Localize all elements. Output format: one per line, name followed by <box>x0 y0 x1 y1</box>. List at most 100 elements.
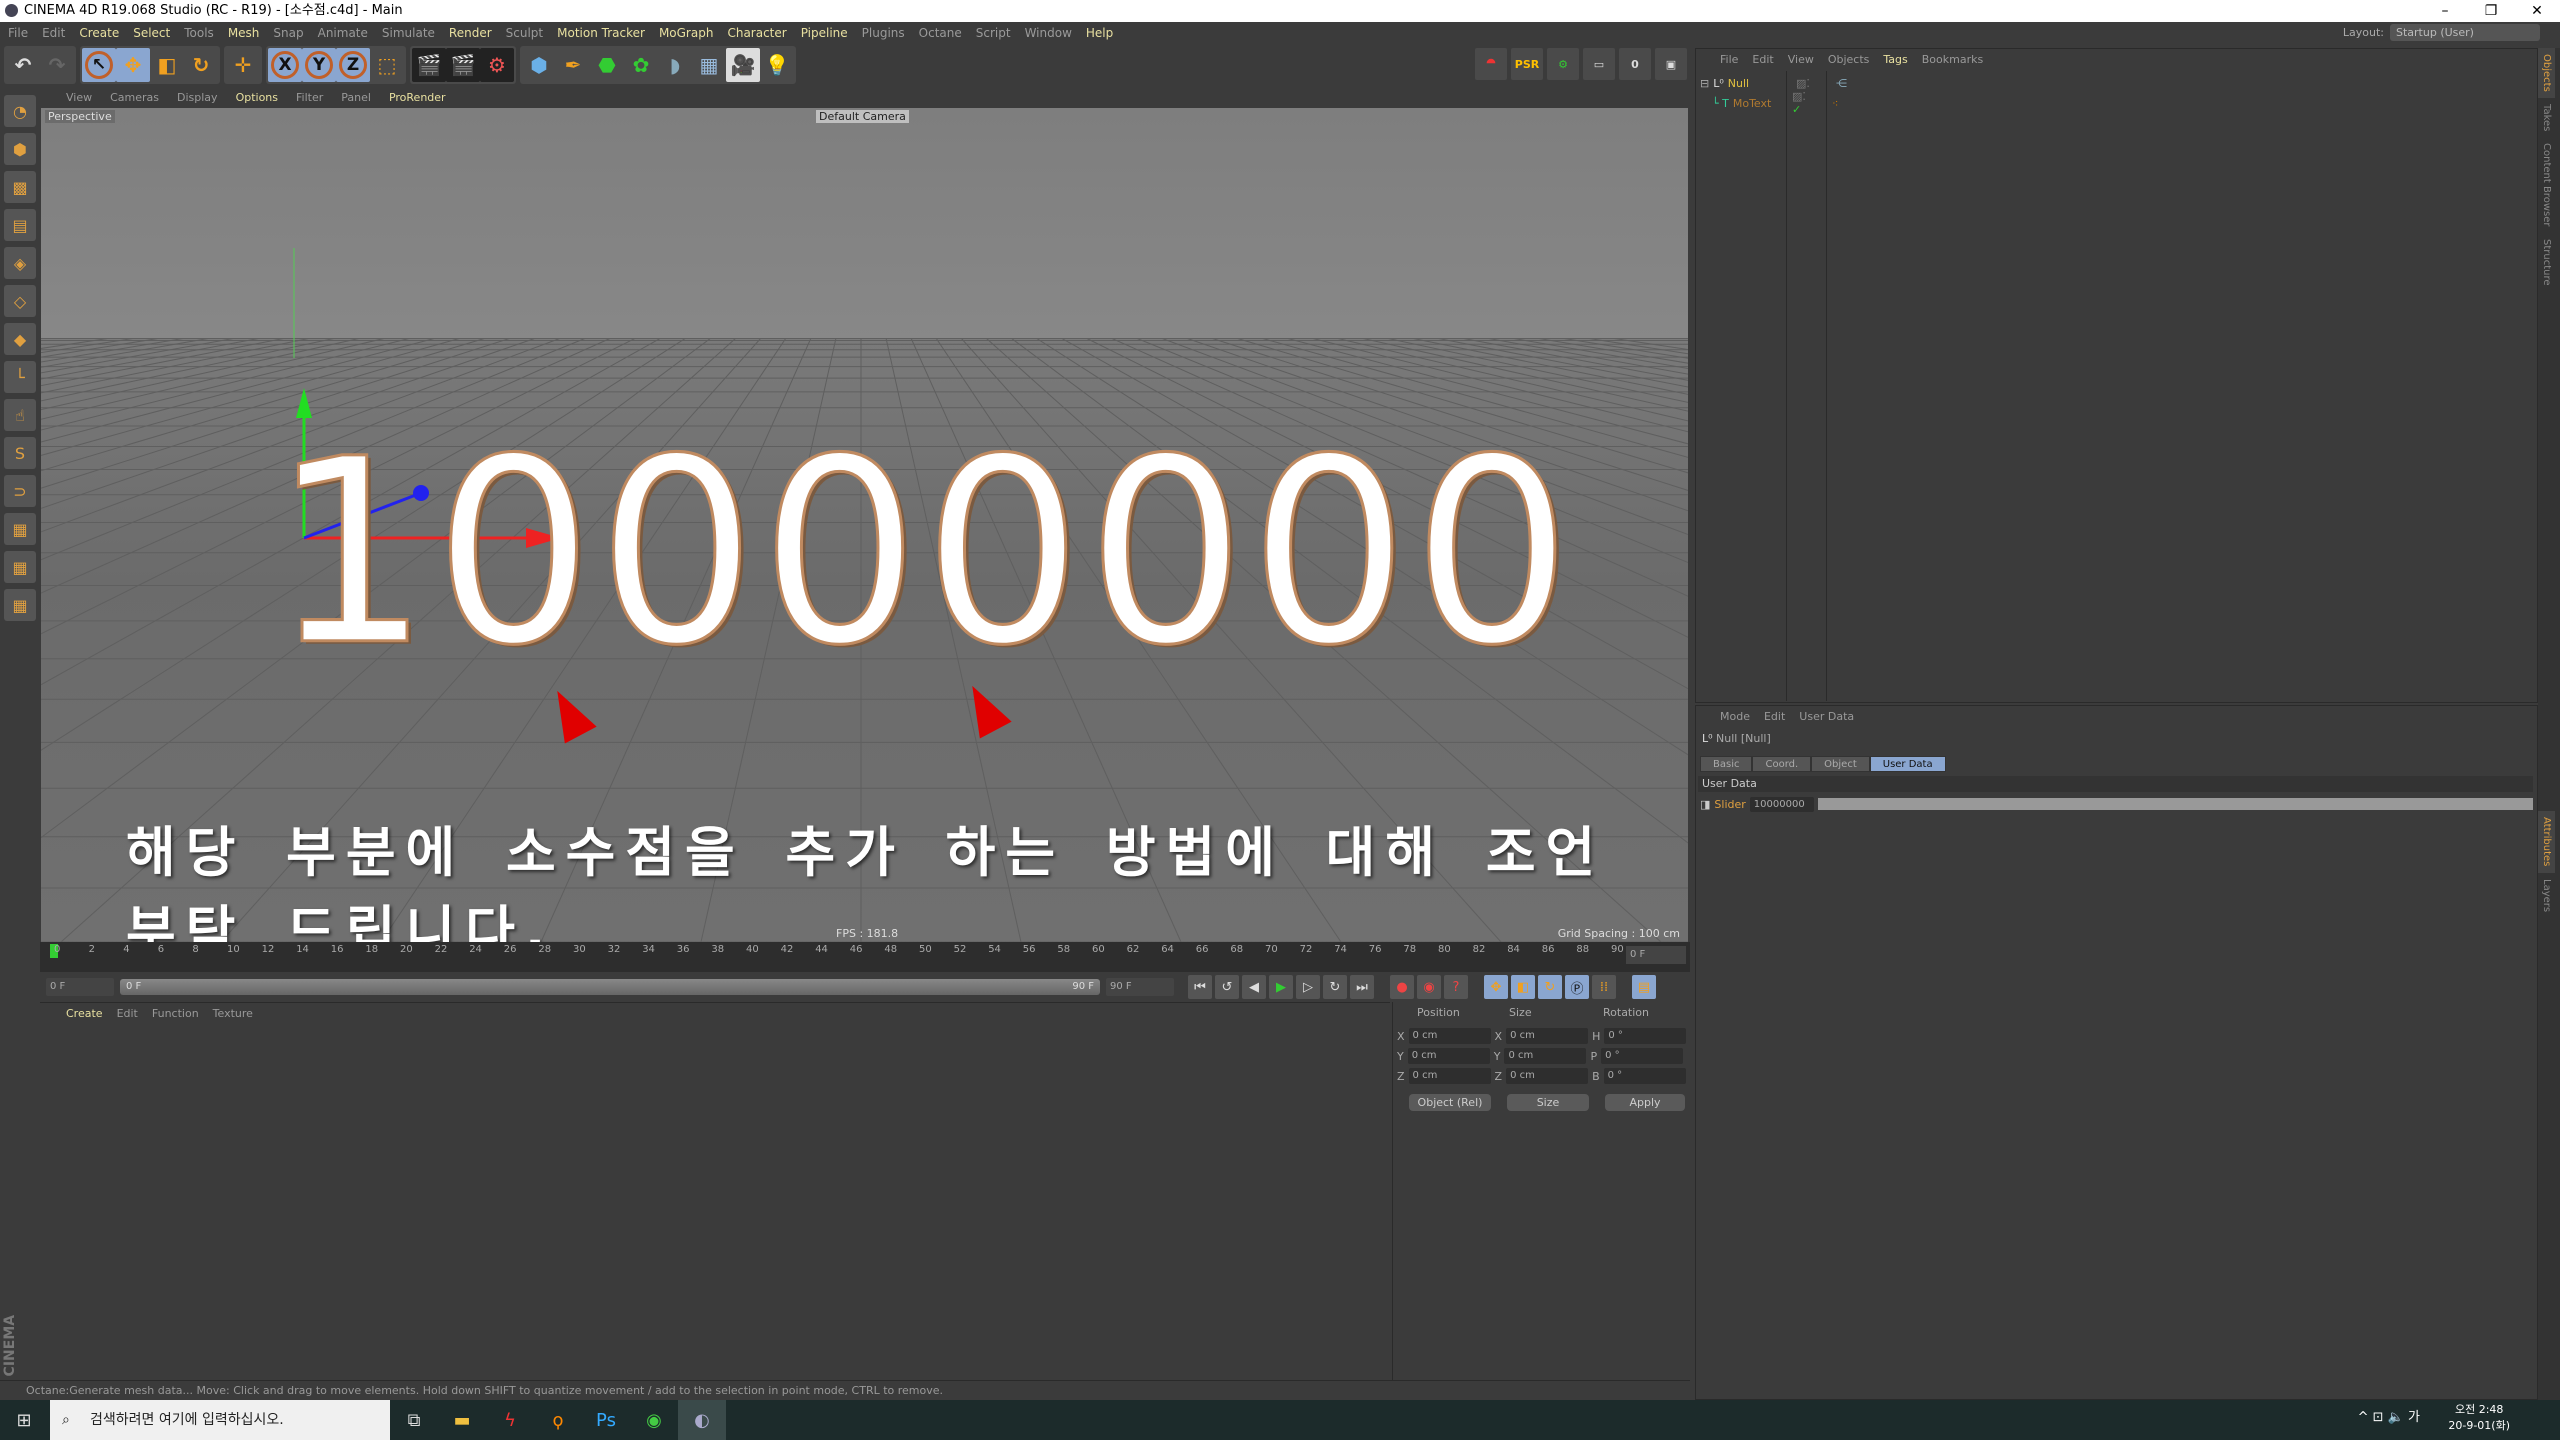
material-menu-texture[interactable]: Texture <box>213 1007 253 1020</box>
camera-icon[interactable]: 🎥 <box>726 47 760 82</box>
start-frame-field[interactable]: 0 F <box>46 978 114 996</box>
make-editable-icon[interactable]: ◔ <box>4 95 36 127</box>
viewport[interactable]: Perspective Default Camera 10000000 해당 부… <box>41 108 1688 942</box>
deformer-icon[interactable]: ◗ <box>658 48 692 82</box>
restore-button[interactable]: ❐ <box>2468 0 2514 22</box>
y-axis-button[interactable]: Y <box>302 47 336 82</box>
flash-icon[interactable]: ϟ <box>486 1400 534 1440</box>
tag-icon[interactable]: ⋲ <box>1836 77 1847 90</box>
object-menu-file[interactable]: File <box>1720 53 1738 66</box>
viewport-menu-display[interactable]: Display <box>177 91 218 104</box>
keyframe-selection-icon[interactable]: ? <box>1444 975 1468 999</box>
material-menu-create[interactable]: Create <box>66 1007 103 1020</box>
record-icon[interactable]: ● <box>1390 975 1414 999</box>
panel-icon[interactable]: ▣ <box>1655 48 1687 80</box>
point-mode-icon[interactable]: ◈ <box>4 247 36 279</box>
menu-animate[interactable]: Animate <box>318 26 368 40</box>
edit-menu[interactable]: Edit <box>1764 710 1785 723</box>
magnet-tool-icon[interactable]: ⊃ <box>4 475 36 507</box>
menu-simulate[interactable]: Simulate <box>382 26 435 40</box>
user-data-menu[interactable]: User Data <box>1799 710 1854 723</box>
x-axis-button[interactable]: X <box>268 47 302 82</box>
timeline-ruler[interactable]: 0 2 4 6 8 10 12 14 16 18 20 22 24 26 28 30 32 34 36 38 40 42 4… <box>40 942 1690 972</box>
menu-file[interactable]: File <box>8 26 28 40</box>
rotation-field[interactable]: 0 ° <box>1604 1028 1687 1044</box>
minimize-button[interactable]: – <box>2422 0 2468 22</box>
position-field[interactable]: 0 cm <box>1408 1068 1491 1084</box>
side-tab-attributes[interactable]: Attributes <box>2538 811 2555 873</box>
end-frame-field[interactable]: 90 F <box>1106 978 1174 996</box>
grid-icon[interactable]: ▦ <box>4 551 36 583</box>
menu-motion-tracker[interactable]: Motion Tracker <box>557 26 645 40</box>
rotation-field[interactable]: 0 ° <box>1601 1048 1684 1064</box>
coordinate-system-icon[interactable]: ⬚ <box>370 48 404 82</box>
expand-icon[interactable]: ⊟ <box>1700 77 1709 90</box>
undo-icon[interactable]: ↶ <box>6 48 40 82</box>
task-view-icon[interactable]: ⧉ <box>390 1400 438 1440</box>
layout-selector[interactable]: Layout: Startup (User) <box>2343 24 2540 41</box>
rotation-field[interactable]: 0 ° <box>1603 1068 1686 1084</box>
slider-track[interactable] <box>1817 798 2533 810</box>
windows-start-icon[interactable]: ⊞ <box>0 1400 48 1440</box>
subdivision-icon[interactable]: ⬣ <box>590 48 624 82</box>
object-name[interactable]: Null <box>1728 77 1749 90</box>
side-tab-layers[interactable]: Layers <box>2538 873 2555 918</box>
redo-icon[interactable]: ↷ <box>40 48 74 82</box>
file-explorer-icon[interactable]: ▬ <box>438 1400 486 1440</box>
size-field[interactable]: 0 cm <box>1506 1068 1589 1084</box>
floor-icon[interactable]: ▦ <box>692 48 726 82</box>
light-icon[interactable]: 💡 <box>760 48 794 82</box>
go-end-icon[interactable]: ⏭ <box>1350 975 1374 999</box>
menu-mograph[interactable]: MoGraph <box>659 26 714 40</box>
current-frame-field[interactable]: 0 F <box>1626 946 1686 964</box>
camera-label[interactable]: Default Camera <box>816 110 909 123</box>
z-axis-button[interactable]: Z <box>336 47 370 82</box>
position-field[interactable]: 0 cm <box>1407 1048 1490 1064</box>
apply-button[interactable]: Apply <box>1605 1094 1685 1111</box>
menu-plugins[interactable]: Plugins <box>862 26 905 40</box>
size-field[interactable]: 0 cm <box>1506 1028 1589 1044</box>
menu-mesh[interactable]: Mesh <box>228 26 260 40</box>
visibility-icon[interactable]: ▨⁚✓ <box>1792 90 1806 116</box>
object-menu-objects[interactable]: Objects <box>1828 53 1870 66</box>
tab-coord[interactable]: Coord. <box>1752 756 1812 772</box>
size-field[interactable]: 0 cm <box>1504 1048 1587 1064</box>
render-view-icon[interactable]: 🎬 <box>412 47 446 82</box>
timeline-icon[interactable]: ▭ <box>1583 48 1615 80</box>
key-pla-icon[interactable]: ⁞⁞ <box>1592 975 1616 999</box>
photoshop-icon[interactable]: Ps <box>582 1400 630 1440</box>
counter-button[interactable]: 0 <box>1619 48 1651 80</box>
magnet-icon[interactable]: ⯊ <box>1475 48 1507 80</box>
edge-mode-icon[interactable]: ◇ <box>4 285 36 317</box>
tab-user-data[interactable]: User Data <box>1869 756 1946 772</box>
cinema4d-icon[interactable]: ◐ <box>678 1400 726 1440</box>
key-scale-icon[interactable]: ◧ <box>1511 975 1535 999</box>
layout-dropdown[interactable]: Startup (User) <box>2390 24 2540 41</box>
tab-object[interactable]: Object <box>1811 756 1870 772</box>
animate-icon[interactable]: ◨ <box>1700 798 1710 811</box>
tab-basic[interactable]: Basic <box>1700 756 1753 772</box>
rotate-tool-icon[interactable]: ↻ <box>184 48 218 82</box>
menu-render[interactable]: Render <box>449 26 492 40</box>
clock-date[interactable]: 20-9-01(화) <box>2448 1418 2510 1434</box>
render-picture-viewer-icon[interactable]: 🎬 <box>446 47 480 82</box>
tweak-icon[interactable]: ☝ <box>4 399 36 431</box>
key-position-icon[interactable]: ✥ <box>1484 975 1508 999</box>
timeline-window-icon[interactable]: ▤ <box>1632 975 1656 999</box>
material-menu-function[interactable]: Function <box>152 1007 199 1020</box>
object-name[interactable]: MoText <box>1733 97 1771 110</box>
workplane-icon[interactable]: ▤ <box>4 209 36 241</box>
menu-tools[interactable]: Tools <box>184 26 214 40</box>
scale-tool-icon[interactable]: ◧ <box>150 48 184 82</box>
move-tool-icon[interactable]: ✥ <box>116 47 150 82</box>
prev-key-icon[interactable]: ↺ <box>1215 975 1239 999</box>
play-icon[interactable]: ▶ <box>1269 975 1293 999</box>
viewport-menu-options[interactable]: Options <box>236 91 278 104</box>
texture-mode-icon[interactable]: ▩ <box>4 171 36 203</box>
add-tool-icon[interactable]: ✛ <box>226 48 260 82</box>
chrome-icon[interactable]: ◉ <box>630 1400 678 1440</box>
grid-icon-2[interactable]: ▦ <box>4 589 36 621</box>
menu-create[interactable]: Create <box>79 26 119 40</box>
search-app-icon[interactable]: ϙ <box>534 1400 582 1440</box>
object-menu-edit[interactable]: Edit <box>1752 53 1773 66</box>
